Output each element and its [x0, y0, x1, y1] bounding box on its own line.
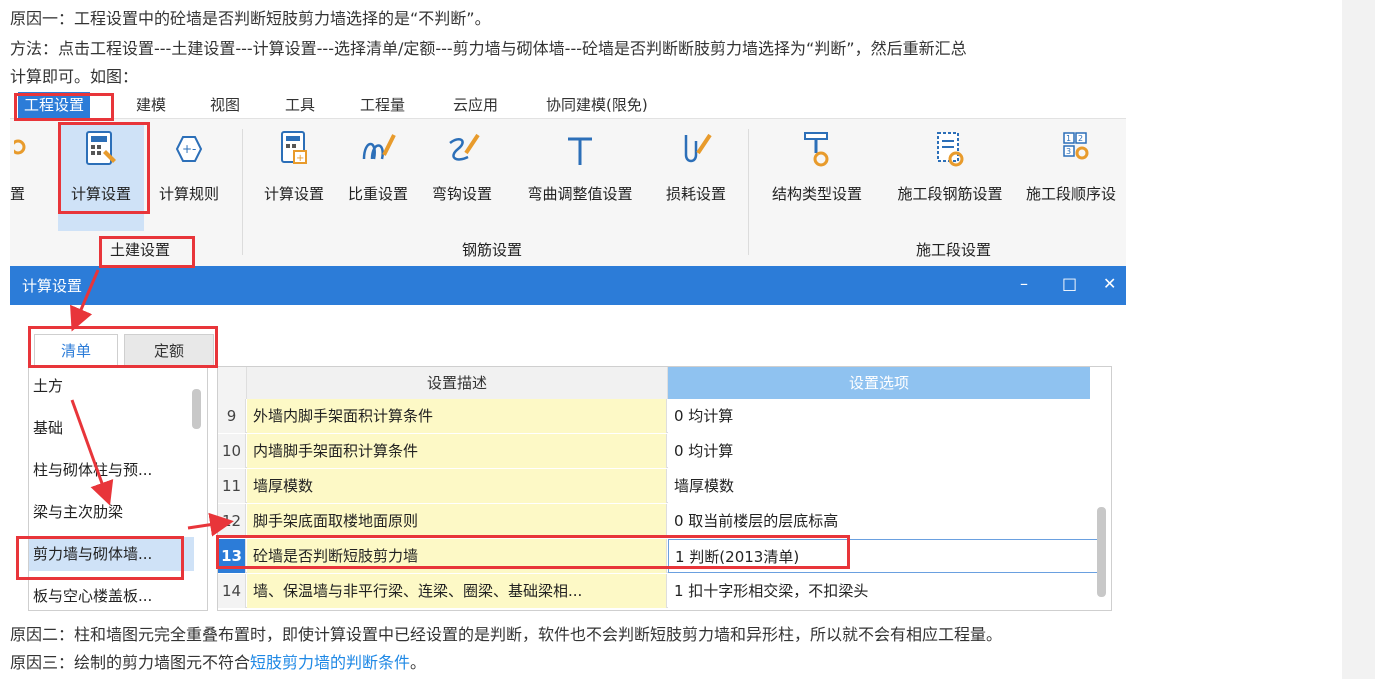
guide-arrows: [70, 269, 234, 537]
arrow-to-category: [70, 399, 114, 506]
reason-three-suffix: 。: [410, 653, 427, 672]
reason-three-prefix: 原因三：绘制的剪力墙图元不符合: [10, 653, 251, 672]
reason-two-text: 原因二：柱和墙图元完全重叠布置时，即使计算设置中已经设置的是判断，软件也不会判断…: [10, 625, 1003, 644]
reason-three-text: 原因三：绘制的剪力墙图元不符合短肢剪力墙的判断条件。: [10, 652, 426, 674]
arrow-to-row: [187, 512, 234, 537]
arrow-to-subtabs: [70, 269, 100, 332]
short-wall-criteria-link[interactable]: 短肢剪力墙的判断条件: [250, 653, 410, 672]
